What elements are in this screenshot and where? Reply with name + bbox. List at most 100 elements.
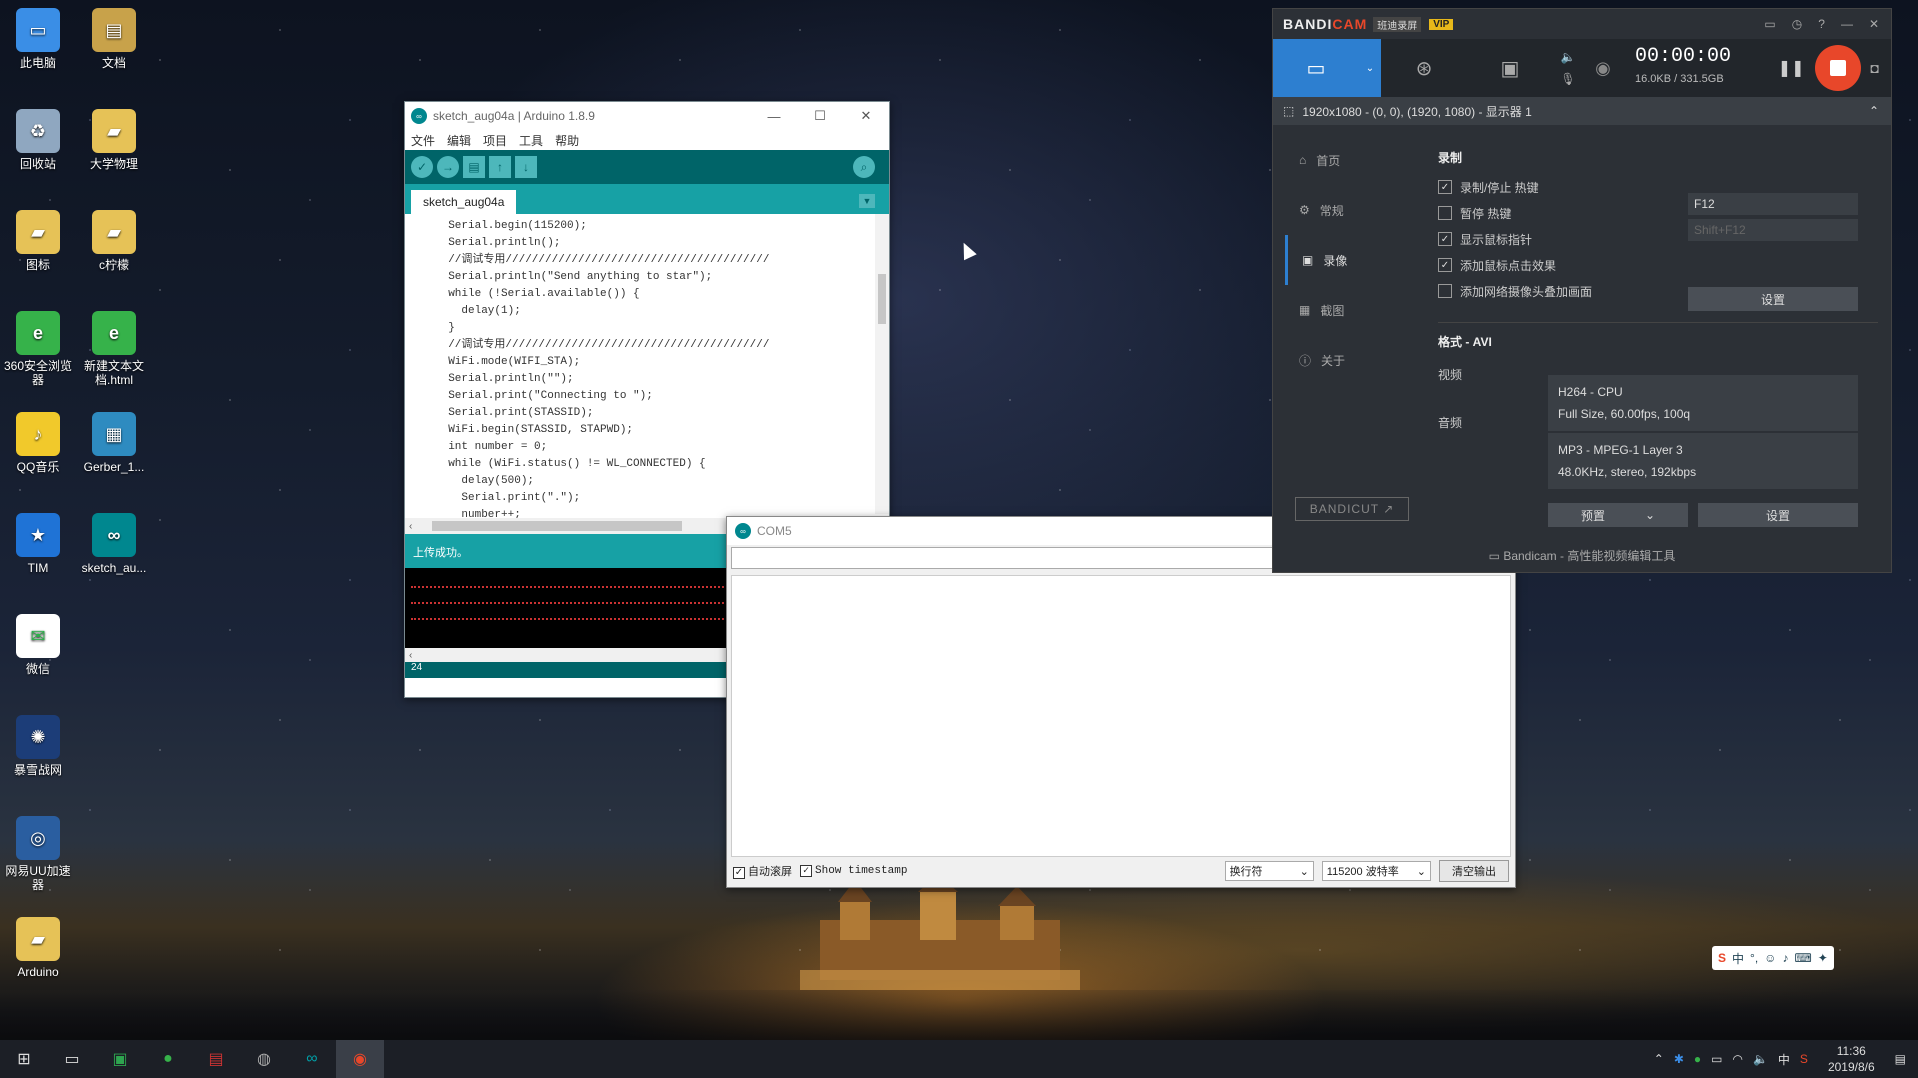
menu-file[interactable]: 文件: [411, 132, 435, 149]
battery-icon[interactable]: ▭: [1711, 1052, 1722, 1066]
desktop-icon[interactable]: ✉ 微信: [0, 614, 76, 676]
serial-monitor-icon[interactable]: ⌕: [853, 156, 875, 178]
desktop-icon[interactable]: ▦ Gerber_1...: [76, 412, 152, 474]
stop-record-button[interactable]: [1814, 45, 1861, 91]
close-button[interactable]: ✕: [843, 102, 889, 130]
chevron-down-icon[interactable]: ⌄: [1359, 39, 1381, 97]
pause-icon[interactable]: ❚❚: [1778, 58, 1805, 78]
chevron-up-icon[interactable]: ⌃: [1869, 104, 1879, 118]
task-view-icon[interactable]: ▭: [48, 1040, 96, 1078]
chevron-up-icon[interactable]: ⌃: [1654, 1052, 1664, 1066]
menu-edit[interactable]: 编辑: [447, 132, 471, 149]
device-mode-button[interactable]: ▣: [1467, 39, 1553, 97]
preset-button[interactable]: 预置 ⌄: [1548, 503, 1688, 527]
game-mode-button[interactable]: ⊛: [1381, 39, 1467, 97]
desktop-icon[interactable]: ★ TIM: [0, 513, 76, 575]
help-icon[interactable]: ?: [1818, 17, 1825, 31]
bandicam-footer[interactable]: ▭ Bandicam - 高性能视频编辑工具: [1273, 547, 1891, 564]
desktop-icon[interactable]: ▰ c柠檬: [76, 210, 152, 272]
nav-general[interactable]: ⚙ 常规: [1285, 185, 1415, 235]
webcam-icon[interactable]: ◉: [1583, 58, 1623, 79]
code-editor[interactable]: Serial.begin(115200); Serial.println(); …: [405, 214, 889, 534]
bluetooth-icon[interactable]: ✱: [1674, 1052, 1684, 1066]
editor-app-icon[interactable]: ▤: [192, 1040, 240, 1078]
desktop-icon[interactable]: ▤ 文档: [76, 8, 152, 70]
network-icon[interactable]: ◠: [1732, 1052, 1742, 1066]
close-button[interactable]: ✕: [1869, 17, 1879, 31]
open-icon[interactable]: ↑: [489, 156, 511, 178]
desktop-icon[interactable]: ♪ QQ音乐: [0, 412, 76, 474]
desktop-icon[interactable]: ▰ 图标: [0, 210, 76, 272]
bandicut-button[interactable]: BANDICUT ↗: [1295, 497, 1409, 521]
nav-screenshot[interactable]: ▦ 截图: [1285, 285, 1415, 335]
ime-toolbar[interactable]: S 中 °, ☺ ♪ ⌨ ✦: [1712, 946, 1834, 970]
speaker-mic-icon[interactable]: 🔈 🎙: [1553, 46, 1583, 90]
minimize-button[interactable]: —: [751, 102, 797, 130]
webcam-settings-button[interactable]: 设置: [1688, 287, 1858, 311]
timestamp-checkbox[interactable]: ✓ Show timestamp: [800, 865, 907, 877]
keyboard-icon[interactable]: ⌨: [1794, 951, 1811, 965]
verify-icon[interactable]: ✓: [411, 156, 433, 178]
folder-icon[interactable]: ▭: [1764, 17, 1775, 31]
mic-icon[interactable]: ♪: [1782, 951, 1788, 965]
record-hotkey-field[interactable]: F12: [1688, 193, 1858, 215]
menu-help[interactable]: 帮助: [555, 132, 579, 149]
tab-menu-icon[interactable]: ▼: [859, 194, 875, 208]
upload-icon[interactable]: →: [437, 156, 459, 178]
code-text[interactable]: Serial.begin(115200); Serial.println(); …: [405, 214, 889, 524]
desktop-icon[interactable]: e 新建文本文档.html: [76, 311, 152, 387]
serial-output[interactable]: [731, 575, 1511, 857]
desktop-icon[interactable]: ♻ 回收站: [0, 109, 76, 171]
emoji-icon[interactable]: ☺: [1764, 951, 1776, 965]
desktop-icon[interactable]: ▰ Arduino: [0, 917, 76, 979]
baud-select[interactable]: 115200 波特率 ⌄: [1321, 861, 1431, 881]
ime-mode[interactable]: 中: [1732, 950, 1744, 967]
punctuation-icon[interactable]: °,: [1750, 951, 1758, 965]
save-icon[interactable]: ↓: [515, 156, 537, 178]
region-bar[interactable]: ⬚ 1920x1080 - (0, 0), (1920, 1080) - 显示器…: [1273, 97, 1891, 125]
notification-icon[interactable]: ▤: [1895, 1052, 1906, 1066]
folder-icon: ▰: [16, 210, 60, 254]
desktop-icon[interactable]: ▭ 此电脑: [0, 8, 76, 70]
browser-icon[interactable]: ●: [144, 1040, 192, 1078]
option-click-effect[interactable]: ✓ 添加鼠标点击效果: [1438, 252, 1878, 278]
game-app-icon[interactable]: ◍: [240, 1040, 288, 1078]
menu-sketch[interactable]: 项目: [483, 132, 507, 149]
bandicam-window[interactable]: BANDICAM 班迪录屏 VIP ▭ ◷ ? — ✕ ▭ ⌄ ⊛ ▣ 🔈 🎙 ◉…: [1272, 8, 1892, 573]
arduino-taskbar-icon[interactable]: ∞: [288, 1040, 336, 1078]
clock-icon[interactable]: ◷: [1792, 17, 1802, 31]
maximize-button[interactable]: ☐: [797, 102, 843, 130]
clear-output-button[interactable]: 清空输出: [1439, 860, 1509, 882]
screen-mode-button[interactable]: ▭: [1273, 39, 1359, 97]
nav-home[interactable]: ⌂ 首页: [1285, 135, 1415, 185]
autoscroll-checkbox[interactable]: ✓ 自动滚屏: [733, 863, 792, 879]
desktop-icon[interactable]: e 360安全浏览器: [0, 311, 76, 387]
new-icon[interactable]: ▤: [463, 156, 485, 178]
line-ending-select[interactable]: 换行符 ⌄: [1224, 861, 1314, 881]
sogou-tray-icon[interactable]: S: [1800, 1052, 1808, 1066]
bandicam-taskbar-icon[interactable]: ◉: [336, 1040, 384, 1078]
document-icon: ▤: [92, 8, 136, 52]
arduino-titlebar[interactable]: ∞ sketch_aug04a | Arduino 1.8.9 — ☐ ✕: [405, 102, 889, 130]
windows-start-icon[interactable]: ⊞: [0, 1040, 48, 1078]
clock[interactable]: 11:36 2019/8/6: [1828, 1043, 1875, 1075]
minimize-button[interactable]: —: [1841, 17, 1853, 31]
menu-tools[interactable]: 工具: [519, 132, 543, 149]
camera-icon[interactable]: ◘: [1871, 60, 1879, 76]
bandicam-titlebar[interactable]: BANDICAM 班迪录屏 VIP ▭ ◷ ? — ✕: [1273, 9, 1891, 39]
spreadsheet-app-icon[interactable]: ▣: [96, 1040, 144, 1078]
desktop-icon[interactable]: ✺ 暴雪战网: [0, 715, 76, 777]
format-settings-button[interactable]: 设置: [1698, 503, 1858, 527]
desktop-icon[interactable]: ∞ sketch_au...: [76, 513, 152, 575]
ime-indicator[interactable]: 中: [1778, 1051, 1790, 1068]
vertical-scrollbar[interactable]: [875, 214, 889, 514]
desktop-icon[interactable]: ▰ 大学物理: [76, 109, 152, 171]
tab-sketch[interactable]: sketch_aug04a: [411, 190, 517, 214]
desktop-icon[interactable]: ◎ 网易UU加速器: [0, 816, 76, 892]
skin-icon[interactable]: ✦: [1818, 951, 1828, 965]
pause-hotkey-field[interactable]: Shift+F12: [1688, 219, 1858, 241]
nav-about[interactable]: ⓘ 关于: [1285, 335, 1415, 385]
volume-icon[interactable]: 🔈: [1753, 1052, 1768, 1066]
security-icon[interactable]: ●: [1694, 1052, 1701, 1066]
nav-video[interactable]: ▣ 录像: [1285, 235, 1415, 285]
